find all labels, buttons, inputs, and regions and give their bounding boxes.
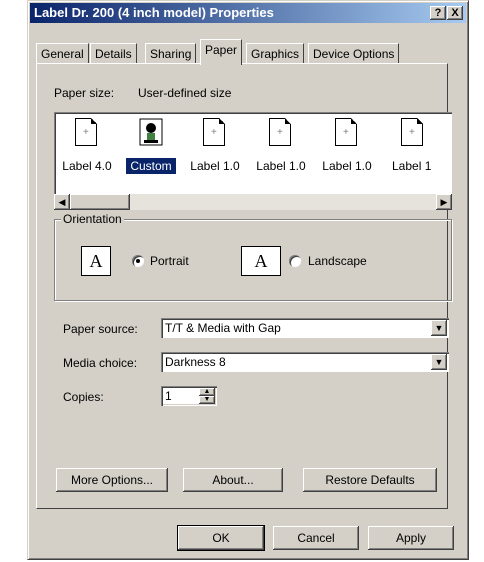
- paper-list-scrollbar[interactable]: ◀ ▶: [54, 194, 452, 210]
- orientation-label: Orientation: [61, 212, 124, 226]
- media-choice-value: Darkness 8: [165, 355, 226, 369]
- tab-graphics[interactable]: Graphics: [246, 43, 305, 63]
- down-arrow-icon: ▼: [203, 396, 211, 403]
- scroll-right-button[interactable]: ▶: [436, 194, 452, 210]
- paper-item-label-1-a[interactable]: + Label 1.0: [184, 116, 246, 178]
- paper-item-label: Label 1: [392, 159, 432, 173]
- paper-icon: +: [401, 118, 423, 146]
- paper-item-label: Label 1.0: [322, 159, 372, 173]
- spin-up-button[interactable]: ▲: [199, 388, 215, 396]
- copies-value[interactable]: 1: [165, 389, 172, 403]
- media-choice-label: Media choice:: [63, 356, 138, 370]
- tab-sharing[interactable]: Sharing: [145, 43, 197, 63]
- scroll-left-button[interactable]: ◀: [54, 194, 70, 210]
- tab-general[interactable]: General: [36, 43, 89, 63]
- tab-device-options[interactable]: Device Options: [308, 43, 400, 63]
- paper-item-label-1-b[interactable]: + Label 1.0: [250, 116, 312, 178]
- paper-source-label: Paper source:: [63, 322, 138, 336]
- copies-label: Copies:: [63, 390, 104, 404]
- help-button[interactable]: ?: [430, 6, 446, 20]
- about-button[interactable]: About...: [183, 468, 283, 492]
- paper-item-label: Label 4.0: [62, 159, 112, 173]
- paper-item-custom[interactable]: Custom: [120, 116, 182, 178]
- landscape-label[interactable]: Landscape: [308, 254, 367, 268]
- restore-defaults-button[interactable]: Restore Defaults: [303, 468, 437, 492]
- paper-icon: +: [75, 118, 97, 146]
- paper-item-label-4[interactable]: + Label 4.0: [56, 116, 118, 178]
- up-arrow-icon: ▲: [203, 388, 211, 395]
- custom-paper-icon: [139, 118, 163, 148]
- paper-item-label: Label 1.0: [256, 159, 306, 173]
- paper-tab-panel: Paper size: User-defined size + Label 4.…: [36, 63, 452, 509]
- paper-item-label-1-c[interactable]: + Label 1.0: [316, 116, 378, 178]
- tab-paper[interactable]: Paper: [200, 39, 243, 65]
- title-bar[interactable]: Label Dr. 200 (4 inch model) Properties …: [30, 3, 466, 23]
- paper-icon: +: [203, 118, 225, 146]
- properties-dialog: Label Dr. 200 (4 inch model) Properties …: [27, 0, 469, 560]
- left-arrow-icon: ◀: [58, 197, 66, 207]
- chevron-down-icon[interactable]: ▼: [431, 320, 447, 336]
- apply-button[interactable]: Apply: [368, 526, 454, 550]
- tab-details[interactable]: Details: [90, 43, 137, 63]
- more-options-button[interactable]: More Options...: [56, 468, 168, 492]
- landscape-icon: A: [241, 246, 281, 276]
- window-title: Label Dr. 200 (4 inch model) Properties: [34, 5, 274, 20]
- cancel-button[interactable]: Cancel: [273, 526, 359, 550]
- paper-item-label: Custom: [126, 158, 176, 174]
- paper-size-value: User-defined size: [138, 86, 232, 100]
- paper-icon: +: [269, 118, 291, 146]
- media-choice-select[interactable]: Darkness 8 ▼: [161, 352, 449, 372]
- paper-source-value: T/T & Media with Gap: [165, 321, 281, 335]
- landscape-radio[interactable]: [289, 255, 301, 267]
- portrait-icon: A: [81, 246, 111, 276]
- scroll-thumb[interactable]: [70, 194, 130, 210]
- paper-item-label-1-d[interactable]: + Label 1: [382, 116, 452, 178]
- ok-button[interactable]: OK: [177, 525, 265, 551]
- close-button[interactable]: X: [447, 6, 463, 20]
- paper-size-list[interactable]: + Label 4.0 Custom + Label 1.0 + Label 1…: [54, 112, 452, 204]
- paper-item-label: Label 1.0: [190, 159, 240, 173]
- paper-icon: +: [335, 118, 357, 146]
- portrait-label[interactable]: Portrait: [150, 254, 189, 268]
- chevron-down-icon[interactable]: ▼: [431, 354, 447, 370]
- copies-stepper[interactable]: 1 ▲ ▼: [161, 386, 217, 406]
- paper-size-label: Paper size:: [54, 86, 115, 100]
- spin-down-button[interactable]: ▼: [199, 396, 215, 404]
- portrait-radio[interactable]: [132, 255, 144, 267]
- right-arrow-icon: ▶: [440, 197, 448, 207]
- paper-source-select[interactable]: T/T & Media with Gap ▼: [161, 318, 449, 338]
